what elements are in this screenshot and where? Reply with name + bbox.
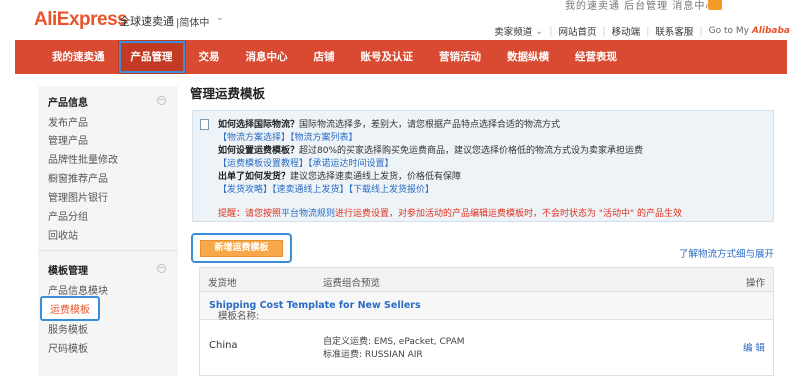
sidebar-item-image-bank[interactable]: 管理图片银行 <box>48 189 108 204</box>
collapse-icon[interactable]: − <box>157 264 166 273</box>
notification-badge <box>708 0 722 10</box>
divider <box>38 250 178 251</box>
top-link-seller-channel[interactable]: 卖家频道 <box>494 24 532 38</box>
page-title: 管理运费模板 <box>190 86 266 101</box>
nav-trade[interactable]: 交易 <box>186 40 233 74</box>
info-q1-title: 如何选择国际物流？ <box>218 120 300 130</box>
info-q3-text: 建议您选择速卖通线上发货，价格低有保障 <box>290 172 462 182</box>
document-icon <box>200 119 209 130</box>
page: AliExpress 全球速卖通 |简体中 ⌄ 我的速卖通 后台管理 消息中心 … <box>0 0 800 376</box>
sidebar-item-shipping-template[interactable]: 运费模板 <box>40 296 100 321</box>
new-template-highlight: 新增运费模板 <box>191 233 292 263</box>
info-q3-links[interactable]: 【发货攻略】【速卖通线上发货】【下载线上发货报价】 <box>218 182 434 195</box>
sidebar-item-manage-products[interactable]: 管理产品 <box>48 132 88 147</box>
col-preview: 运费组合预览 <box>323 278 381 289</box>
chevron-down-icon[interactable]: ⌄ <box>216 13 224 23</box>
info-box: 如何选择国际物流？国际物流选择多，差别大，请您根据产品特点选择合适的物流方式 【… <box>192 110 774 222</box>
sidebar-item-showcase[interactable]: 橱窗推荐产品 <box>48 170 108 185</box>
logo-subtitle: 全球速卖通 <box>119 15 174 28</box>
goto-prefix: Go to My <box>708 26 749 36</box>
col-actions: 操作 <box>745 278 765 289</box>
sidebar-item-size-template[interactable]: 尺码模板 <box>48 340 88 355</box>
info-q1-text: 国际物流选择多，差别大，请您根据产品特点选择合适的物流方式 <box>299 120 561 130</box>
aliexpress-logo[interactable]: AliExpress <box>34 9 128 31</box>
sidebar: 产品信息 − 发布产品 管理产品 品牌性批量修改 橱窗推荐产品 管理图片银行 产… <box>38 86 178 376</box>
table-row: China 自定义运费: EMS, ePacket, CPAM 标准运费: RU… <box>199 320 774 376</box>
goto-brand: Alibaba <box>751 26 790 36</box>
combo-line-standard: 标准运费: RUSSIAN AIR <box>323 350 423 360</box>
divider: | <box>699 25 703 37</box>
info-q3: 出单了如何发货？建议您选择速卖通线上发货，价格低有保障 <box>218 169 461 182</box>
learn-logistics-link[interactable]: 了解物流方式细与展开 <box>679 246 774 260</box>
goto-alibaba-link[interactable]: Go to My Alibaba <box>709 26 790 36</box>
edit-link[interactable]: 编 辑 <box>743 340 765 354</box>
nav-data[interactable]: 数据纵横 <box>494 40 562 74</box>
info-q3-title: 出单了如何发货？ <box>218 172 291 182</box>
language-selector[interactable]: |简体中 <box>176 14 209 29</box>
main-nav: 我的速卖通 产品管理 交易 消息中心 店铺 账号及认证 营销活动 数据纵横 经营… <box>15 40 787 74</box>
logistics-rules-link[interactable]: 平台物流规则 <box>281 209 335 219</box>
sidebar-section-templates: 模板管理 <box>48 266 88 277</box>
nav-performance[interactable]: 经营表现 <box>562 40 630 74</box>
nav-store[interactable]: 店铺 <box>301 40 348 74</box>
warning-text: 提醒：请您按照平台物流规则进行运费设置，对参加活动的产品编辑运费模板时，不会时状… <box>218 206 682 219</box>
nav-messages[interactable]: 消息中心 <box>233 40 301 74</box>
top-link-support[interactable]: 联系客服 <box>655 24 693 38</box>
sidebar-item-groups[interactable]: 产品分组 <box>48 208 88 223</box>
nav-product-management[interactable]: 产品管理 <box>117 40 186 74</box>
sidebar-section-product-info: 产品信息 <box>48 98 88 109</box>
nav-marketing[interactable]: 营销活动 <box>426 40 494 74</box>
origin-country: China <box>209 340 238 351</box>
chevron-down-icon[interactable]: ⌄ <box>535 26 543 37</box>
combo-line-custom: 自定义运费: EMS, ePacket, CPAM <box>323 337 465 347</box>
info-q2-title: 如何设置运费模板？ <box>218 146 300 156</box>
sidebar-item-product-module[interactable]: 产品信息模块 <box>48 282 108 297</box>
top-link-mobile[interactable]: 移动端 <box>612 24 641 38</box>
info-q1: 如何选择国际物流？国际物流选择多，差别大，请您根据产品特点选择合适的物流方式 <box>218 117 560 130</box>
warning-prefix: 提醒：请您按照 <box>218 209 282 219</box>
nav-my-aliexpress[interactable]: 我的速卖通 <box>39 40 118 74</box>
top-faded-links: 我的速卖通 后台管理 消息中心 <box>565 1 717 12</box>
info-q2-links[interactable]: 【运费模板设置教程】【承诺运达时间设置】 <box>218 156 394 169</box>
sidebar-item-publish[interactable]: 发布产品 <box>48 114 88 129</box>
template-name: 模板名称: Shipping Cost Template for New Sel… <box>209 300 421 322</box>
nav-account[interactable]: 账号及认证 <box>348 40 427 74</box>
divider: | <box>646 25 650 37</box>
table-header: 发货地 运费组合预览 操作 <box>199 267 774 292</box>
sidebar-item-service-template[interactable]: 服务模板 <box>48 321 88 336</box>
sidebar-item-batch-edit[interactable]: 品牌性批量修改 <box>48 151 118 166</box>
info-q2: 如何设置运费模板？超过80%的买家选择购买免运费商品，建议您选择价格低的物流方式… <box>218 143 643 156</box>
new-template-button[interactable]: 新增运费模板 <box>200 240 283 257</box>
top-links: 卖家频道 ⌄ | 网站首页 | 移动端 | 联系客服 | Go to My Al… <box>494 24 790 39</box>
top-link-home[interactable]: 网站首页 <box>558 24 596 38</box>
info-q2-text: 超过80%的买家选择购买免运费商品，建议您选择价格低的物流方式设为卖家承担运费 <box>299 146 644 156</box>
divider: | <box>602 25 606 37</box>
top-bar: AliExpress 全球速卖通 |简体中 ⌄ 我的速卖通 后台管理 消息中心 … <box>0 0 800 40</box>
divider: | <box>549 25 553 37</box>
sidebar-item-recycle-bin[interactable]: 回收站 <box>48 227 78 242</box>
template-name-row: 模板名称: Shipping Cost Template for New Sel… <box>199 292 774 322</box>
info-q1-links[interactable]: 【物流方案选择】【物流方案列表】 <box>218 130 358 143</box>
collapse-icon[interactable]: − <box>157 96 166 105</box>
col-origin: 发货地 <box>208 278 237 289</box>
warning-suffix: 进行运费设置，对参加活动的产品编辑运费模板时，不会时状态为 "活动中" 的产品生… <box>335 209 683 219</box>
